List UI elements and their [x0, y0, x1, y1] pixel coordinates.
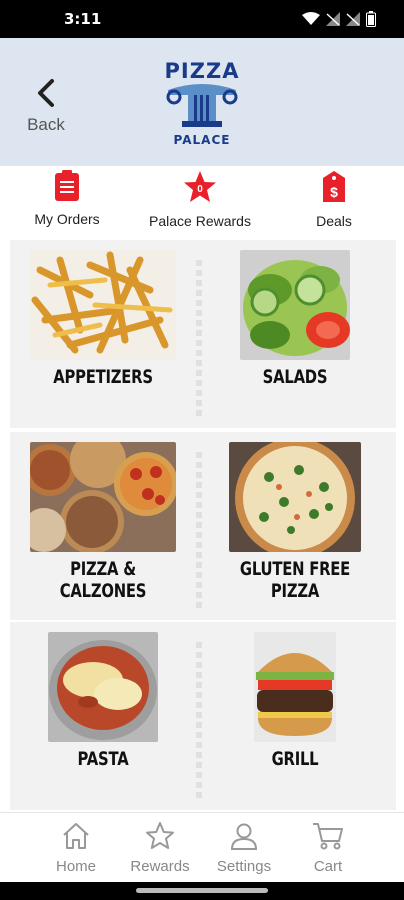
salads-label: SALADS [262, 366, 328, 388]
my-orders-label: My Orders [34, 211, 100, 227]
category-tile-appetizers[interactable]: APPETIZERS [10, 240, 196, 428]
category-row: PIZZA & CALZONES GLUTEN FREE PIZZA [10, 432, 396, 620]
battery-icon [366, 11, 376, 27]
logo-line1: PIZZA [164, 59, 240, 83]
chevron-left-icon [38, 79, 54, 107]
wifi-icon [302, 12, 320, 25]
category-tile-pasta[interactable]: PASTA [10, 622, 196, 810]
signal-off-icon-2 [346, 12, 360, 26]
nav-settings[interactable]: Settings [199, 821, 289, 875]
deals-label: Deals [316, 213, 352, 229]
deals-button[interactable]: $ Deals [274, 170, 394, 229]
category-row: PASTA GRILL [10, 622, 396, 810]
status-icons [302, 11, 376, 27]
cart-icon [313, 823, 343, 850]
price-tag-icon: $ [323, 171, 345, 202]
grill-image [254, 632, 336, 742]
home-icon [63, 823, 89, 849]
star-badge-icon: 0 [184, 171, 216, 202]
gluten-free-pizza-label: GLUTEN FREE PIZZA [239, 558, 351, 602]
column-logo-icon [166, 84, 238, 127]
pizza-calzones-image [30, 442, 176, 552]
home-gesture-pill[interactable] [136, 888, 268, 893]
logo-line2: PALACE [173, 133, 231, 147]
system-nav-bar [0, 882, 404, 900]
back-label: Back [27, 115, 65, 134]
gluten-free-pizza-image [229, 442, 361, 552]
nav-cart-label: Cart [313, 858, 343, 875]
palace-rewards-button[interactable]: 0 Palace Rewards [140, 170, 260, 229]
app-screen: 3:11 Back PIZZA PALACE My Orders 0 Palac… [0, 0, 404, 900]
status-time: 3:11 [64, 10, 102, 28]
status-bar: 3:11 [0, 0, 404, 38]
category-row: APPETIZERS SALADS [10, 240, 396, 428]
nav-home-label: Home [55, 858, 96, 875]
nav-settings-label: Settings [216, 858, 272, 875]
pasta-image [48, 632, 158, 742]
palace-rewards-label: Palace Rewards [149, 213, 251, 229]
signal-off-icon [326, 12, 340, 26]
category-tile-pizza-calzones[interactable]: PIZZA & CALZONES [10, 432, 196, 620]
salads-image [240, 250, 350, 360]
category-tile-grill[interactable]: GRILL [202, 622, 388, 810]
appetizers-image [30, 250, 176, 360]
pizza-calzones-label: PIZZA & CALZONES [59, 558, 147, 602]
pizza-palace-logo: PIZZA PALACE [158, 59, 246, 147]
svg-text:$: $ [330, 184, 338, 200]
appetizers-label: APPETIZERS [53, 366, 153, 388]
quick-actions-bar: My Orders 0 Palace Rewards $ Deals [0, 166, 404, 238]
back-button[interactable]: Back [22, 78, 70, 134]
nav-cart[interactable]: Cart [283, 821, 373, 875]
clipboard-icon [55, 170, 79, 201]
category-grid: APPETIZERS SALADS PIZZA & CALZONES GLUTE… [0, 238, 404, 812]
bottom-navigation: Home Rewards Settings Cart [0, 812, 404, 883]
category-tile-gluten-free-pizza[interactable]: GLUTEN FREE PIZZA [202, 432, 388, 620]
nav-rewards-label: Rewards [130, 858, 190, 875]
nav-home[interactable]: Home [31, 821, 121, 875]
nav-rewards[interactable]: Rewards [115, 821, 205, 875]
pasta-label: PASTA [77, 748, 129, 770]
my-orders-button[interactable]: My Orders [7, 170, 127, 227]
user-icon [230, 823, 258, 850]
star-icon [146, 822, 174, 849]
app-header: Back PIZZA PALACE [0, 38, 404, 166]
category-tile-salads[interactable]: SALADS [202, 240, 388, 428]
grill-label: GRILL [271, 748, 319, 770]
rewards-badge-count: 0 [197, 184, 203, 195]
